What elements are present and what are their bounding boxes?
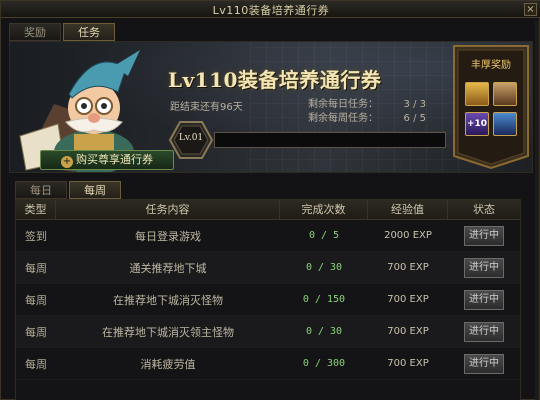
row-type: 每周 (25, 293, 47, 307)
row-exp: 700 EXP (387, 326, 429, 337)
row-task: 通关推荐地下城 (129, 261, 207, 275)
plus-icon: + (61, 156, 73, 168)
remaining-time: 距结束还有96天 (170, 102, 243, 113)
top-tabs: 奖励 任务 (9, 23, 115, 41)
header-status: 状态 (473, 203, 495, 216)
row-type: 每周 (25, 261, 47, 275)
header-task: 任务内容 (56, 200, 280, 219)
remaining-tasks: 剩余每日任务： 3 / 3 剩余每周任务： 6 / 5 (308, 98, 426, 126)
tab-daily[interactable]: 每日 (15, 181, 67, 199)
close-button[interactable]: × (524, 3, 537, 16)
row-type: 每周 (25, 357, 47, 371)
rewards-panel: 丰厚奖励 +10 (452, 44, 530, 170)
status-button[interactable]: 进行中 (464, 321, 504, 342)
sub-tabs: 每日 每周 (15, 181, 121, 199)
row-exp: 700 EXP (387, 358, 429, 369)
row-progress: 0 / 300 (302, 358, 346, 369)
sword-icon[interactable] (493, 112, 517, 136)
amplify-plus10-icon[interactable]: +10 (465, 112, 489, 136)
pass-window: Lv110装备培养通行券 × 奖励 任务 + 购买尊享通行券 Lv110装备培养通… (0, 0, 540, 400)
table-row: 每周 在推荐地下城消灭怪物 0 / 150 700 EXP 进行中 (16, 284, 520, 316)
mission-table: 类型 任务内容 完成次数 经验值 状态 签到 每日登录游戏 0 / 5 2000… (15, 199, 521, 400)
row-progress: 0 / 30 (305, 262, 343, 273)
row-exp: 2000 EXP (384, 230, 432, 241)
tab-weekly[interactable]: 每周 (69, 181, 121, 199)
table-row: 每周 通关推荐地下城 0 / 30 700 EXP 进行中 (16, 252, 520, 284)
table-row: 签到 每日登录游戏 0 / 5 2000 EXP 进行中 (16, 220, 520, 252)
chest-icon[interactable] (493, 82, 517, 106)
row-task: 在推荐地下城消灭领主怪物 (102, 325, 234, 339)
row-type: 签到 (25, 229, 47, 243)
status-button[interactable]: 进行中 (464, 353, 504, 374)
level-badge: Lv.01 (168, 120, 214, 160)
row-progress: 0 / 150 (302, 294, 346, 305)
table-row: 每周 消耗疲劳值 0 / 300 700 EXP 进行中 (16, 348, 520, 380)
row-type: 每周 (25, 325, 47, 339)
status-button[interactable]: 进行中 (464, 225, 504, 246)
gold-box-icon[interactable] (465, 82, 489, 106)
daily-tasks-label: 剩余每日任务： (308, 99, 378, 110)
row-exp: 700 EXP (387, 294, 429, 305)
table-body: 签到 每日登录游戏 0 / 5 2000 EXP 进行中 每周 通关推荐地下城 … (16, 220, 520, 380)
row-task: 消耗疲劳值 (140, 357, 196, 371)
window-right-edge (535, 21, 539, 400)
title-bar: Lv110装备培养通行券 × (1, 1, 540, 18)
window-title: Lv110装备培养通行券 (212, 4, 330, 17)
row-task: 每日登录游戏 (135, 229, 201, 243)
table-header: 类型 任务内容 完成次数 经验值 状态 (16, 200, 520, 220)
status-button[interactable]: 进行中 (464, 289, 504, 310)
status-button[interactable]: 进行中 (464, 257, 504, 278)
row-task: 在推荐地下城消灭怪物 (113, 293, 223, 307)
rewards-title: 丰厚奖励 (471, 60, 511, 71)
table-row: 每周 在推荐地下城消灭领主怪物 0 / 30 700 EXP 进行中 (16, 316, 520, 348)
row-exp: 700 EXP (387, 262, 429, 273)
level-label: Lv.01 (178, 133, 204, 143)
header-type: 类型 (16, 200, 56, 219)
pass-title: Lv110装备培养通行券 (168, 68, 382, 92)
pass-banner: + 购买尊享通行券 Lv110装备培养通行券 距结束还有96天 剩余每日任务： 3… (9, 41, 533, 173)
tab-missions[interactable]: 任务 (63, 23, 115, 41)
header-exp: 经验值 (368, 200, 448, 219)
tab-rewards[interactable]: 奖励 (9, 23, 61, 41)
buy-button-label: 购买尊享通行券 (76, 153, 153, 166)
row-progress: 0 / 5 (308, 230, 340, 241)
level-progress-bar (214, 132, 446, 148)
weekly-tasks-value: 6 / 5 (403, 113, 426, 124)
header-progress: 完成次数 (280, 200, 368, 219)
daily-tasks-value: 3 / 3 (403, 99, 426, 110)
row-progress: 0 / 30 (305, 326, 343, 337)
weekly-tasks-label: 剩余每周任务： (308, 113, 378, 124)
buy-premium-pass-button[interactable]: + 购买尊享通行券 (40, 150, 174, 170)
